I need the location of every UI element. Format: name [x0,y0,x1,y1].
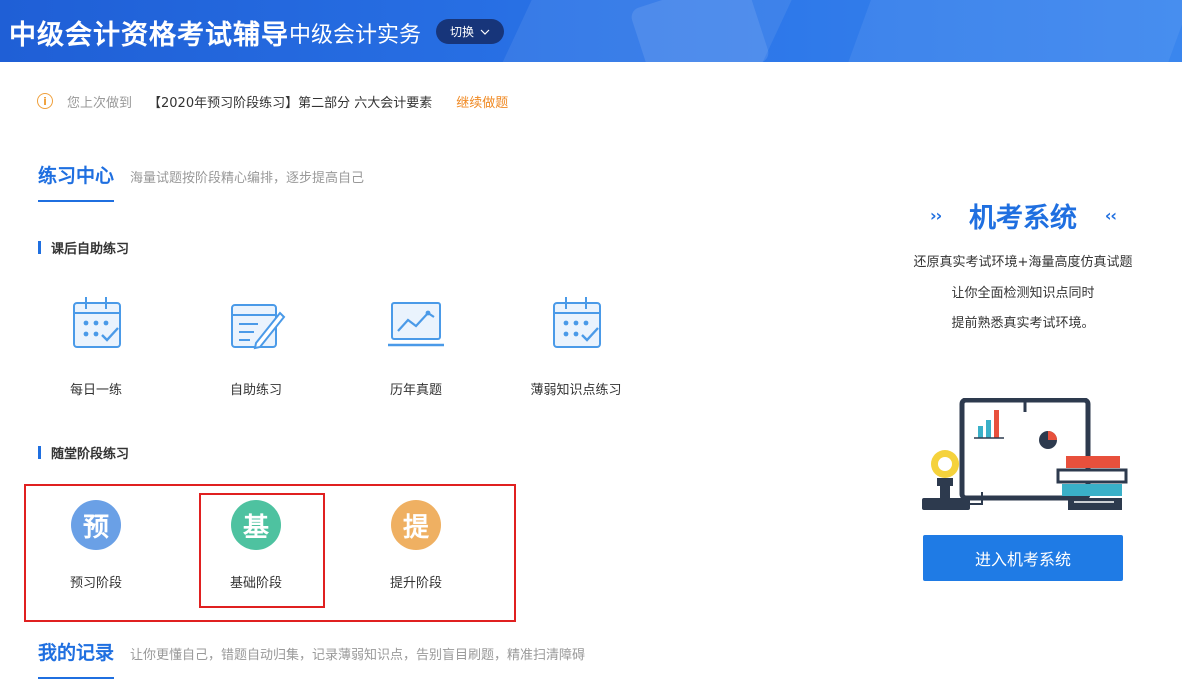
stage-practice-title: 随堂阶段练习 [51,447,130,462]
my-records-title[interactable]: 我的记录 [38,638,115,679]
stage-label: 基础阶段 [229,576,282,591]
self-practice-icon [231,304,286,350]
tile-label: 每日一练 [69,383,122,398]
advanced-stage-tile[interactable]: 提 提升阶段 [361,500,471,591]
switch-label: 切换 [449,25,474,39]
heading-marker [38,446,41,459]
exam-illustration [922,398,1128,510]
basic-stage-icon: 基 [231,500,281,550]
after-class-heading: 课后自助练习 [38,238,129,257]
past-exams-tile[interactable]: 历年真题 [361,293,471,398]
stage-label: 预习阶段 [69,576,122,591]
subject-title: 中级会计实务 [289,23,422,48]
tile-label: 历年真题 [389,383,442,398]
stage-practice-heading: 随堂阶段练习 [38,443,129,462]
self-practice-tile[interactable]: 自助练习 [201,293,311,398]
exam-desc-line: 还原真实考试环境+海量高度仿真试题 [913,255,1133,270]
my-records-desc: 让你更懂自己，错题自动归集，记录薄弱知识点，告别盲目刷题，精准扫清障碍 [130,648,586,663]
exam-system-heading: ›› 机考系统 ‹‹ [930,196,1117,235]
preview-stage-icon: 预 [71,500,121,550]
last-progress-notice: i 您上次做到 【2020年预习阶段练习】第二部分 六大会计要素 继续做题 [37,90,508,112]
past-exams-icon [388,302,444,347]
switch-subject-button[interactable]: 切换 [436,19,504,44]
stage-label: 提升阶段 [389,576,442,591]
banner-decoration [629,0,771,62]
tile-label: 自助练习 [229,383,282,398]
top-banner: 中级会计资格考试辅导 中级会计实务 切换 [0,0,1182,62]
daily-practice-tile[interactable]: 每日一练 [41,293,151,398]
practice-center-heading: 练习中心 海量试题按阶段精心编排，逐步提高自己 [38,161,364,202]
banner-decoration [841,0,1182,62]
heading-marker [38,241,41,254]
weak-points-tile[interactable]: 薄弱知识点练习 [521,293,631,398]
exam-desc-line: 让你全面检测知识点同时 [951,286,1095,301]
notice-prefix: 您上次做到 [67,95,133,111]
my-records-heading: 我的记录 让你更懂自己，错题自动归集，记录薄弱知识点，告别盲目刷题，精准扫清障碍 [38,638,585,679]
daily-calendar-icon [73,297,121,348]
info-icon: i [37,93,53,109]
exam-desc-line: 提前熟悉真实考试环境。 [951,316,1095,331]
continue-link[interactable]: 继续做题 [456,92,508,111]
chevron-down-icon [480,29,490,35]
double-chevron-left-icon: ‹‹ [1104,206,1117,225]
last-exercise-name: 【2020年预习阶段练习】第二部分 六大会计要素 [148,95,433,111]
preview-stage-tile[interactable]: 预 预习阶段 [41,500,151,591]
app-title: 中级会计资格考试辅导 [9,20,289,51]
practice-center-desc: 海量试题按阶段精心编排，逐步提高自己 [130,171,365,186]
double-chevron-right-icon: ›› [930,206,942,225]
tile-label: 薄弱知识点练习 [530,383,622,398]
after-class-title: 课后自助练习 [51,242,130,257]
advanced-stage-icon: 提 [391,500,441,550]
basic-stage-tile[interactable]: 基 基础阶段 [201,500,311,591]
exam-system-title: 机考系统 [969,203,1077,234]
practice-center-title[interactable]: 练习中心 [38,161,115,202]
enter-exam-system-button[interactable]: 进入机考系统 [923,535,1123,581]
weak-points-icon [553,297,601,348]
